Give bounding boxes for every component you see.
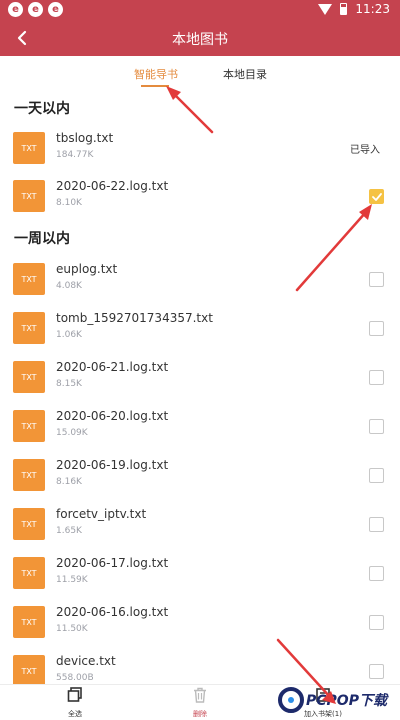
tab-active-indicator xyxy=(141,85,169,87)
notification-icon: e xyxy=(8,2,23,17)
tab-bar: 智能导书 本地目录 xyxy=(0,56,400,92)
status-bar: e e e 11:23 xyxy=(0,0,400,20)
file-checkbox[interactable] xyxy=(369,189,384,204)
list-item[interactable]: TXT 2020-06-21.log.txt 8.15K xyxy=(0,356,400,405)
file-size: 1.65K xyxy=(56,526,82,536)
list-item[interactable]: TXT euplog.txt 4.08K xyxy=(0,258,400,307)
select-all-icon xyxy=(67,687,82,702)
list-item[interactable]: TXT 2020-06-17.log.txt 11.59K xyxy=(0,552,400,601)
notification-icon: e xyxy=(28,2,43,17)
file-checkbox[interactable] xyxy=(369,615,384,630)
watermark-logo: PCPOP下载 xyxy=(278,686,400,720)
file-size: 4.08K xyxy=(56,281,82,291)
file-name: 2020-06-17.log.txt xyxy=(56,556,169,570)
file-size: 184.77K xyxy=(56,150,94,160)
select-all-button[interactable]: 全选 xyxy=(45,687,105,719)
tab-smart-import[interactable]: 智能导书 xyxy=(134,66,178,82)
file-size: 1.06K xyxy=(56,330,82,340)
tab-local-directory[interactable]: 本地目录 xyxy=(223,66,267,82)
file-name: euplog.txt xyxy=(56,262,118,276)
section-title: 一周以内 xyxy=(14,231,70,247)
trash-icon xyxy=(194,687,206,703)
battery-icon xyxy=(340,3,348,15)
select-all-label: 全选 xyxy=(68,710,82,718)
file-name: 2020-06-19.log.txt xyxy=(56,458,169,472)
list-item[interactable]: TXT forcetv_iptv.txt 1.65K xyxy=(0,503,400,552)
delete-label: 删除 xyxy=(193,710,207,718)
list-item[interactable]: TXT tomb_1592701734357.txt 1.06K xyxy=(0,307,400,356)
list-item[interactable]: TXT 2020-06-16.log.txt 11.50K xyxy=(0,601,400,650)
txt-file-icon: TXT xyxy=(13,459,45,491)
list-item[interactable]: TXT 2020-06-20.log.txt 15.09K xyxy=(0,405,400,454)
list-item[interactable]: TXT 2020-06-19.log.txt 8.16K xyxy=(0,454,400,503)
txt-file-icon: TXT xyxy=(13,655,45,684)
file-size: 8.10K xyxy=(56,198,82,208)
page-title: 本地图书 xyxy=(172,32,228,48)
wifi-icon xyxy=(318,3,333,15)
list-item[interactable]: TXT 2020-06-22.log.txt 8.10K xyxy=(0,175,400,224)
list-item[interactable]: TXT tbslog.txt 184.77K 已导入 xyxy=(0,127,400,176)
list-item[interactable]: TXT device.txt 558.00B xyxy=(0,650,400,684)
file-checkbox[interactable] xyxy=(369,370,384,385)
txt-file-icon: TXT xyxy=(13,508,45,540)
file-checkbox[interactable] xyxy=(369,321,384,336)
txt-file-icon: TXT xyxy=(13,263,45,295)
notification-icons: e e e xyxy=(8,2,63,17)
file-name: forcetv_iptv.txt xyxy=(56,507,147,521)
notification-icon: e xyxy=(48,2,63,17)
header-bar: 本地图书 xyxy=(0,20,400,56)
file-name: 2020-06-21.log.txt xyxy=(56,360,169,374)
txt-file-icon: TXT xyxy=(13,180,45,212)
check-icon xyxy=(372,193,382,201)
watermark-text: PCPOP下载 xyxy=(306,693,387,709)
txt-file-icon: TXT xyxy=(13,606,45,638)
section-title: 一天以内 xyxy=(14,101,70,117)
file-size: 8.16K xyxy=(56,477,82,487)
file-size: 558.00B xyxy=(56,673,94,683)
txt-file-icon: TXT xyxy=(13,132,45,164)
file-checkbox[interactable] xyxy=(369,664,384,679)
file-size: 15.09K xyxy=(56,428,88,438)
txt-file-icon: TXT xyxy=(13,312,45,344)
file-checkbox[interactable] xyxy=(369,468,384,483)
file-name: 2020-06-22.log.txt xyxy=(56,179,169,193)
delete-button[interactable]: 删除 xyxy=(170,687,230,719)
file-size: 11.59K xyxy=(56,575,88,585)
watermark-ring-icon xyxy=(278,687,304,713)
file-name: 2020-06-16.log.txt xyxy=(56,605,169,619)
status-time: 11:23 xyxy=(355,2,390,16)
file-name: tbslog.txt xyxy=(56,131,114,145)
file-checkbox[interactable] xyxy=(369,566,384,581)
txt-file-icon: TXT xyxy=(13,557,45,589)
file-name: device.txt xyxy=(56,654,116,668)
file-checkbox[interactable] xyxy=(369,517,384,532)
imported-label: 已导入 xyxy=(350,145,380,156)
file-size: 8.15K xyxy=(56,379,82,389)
file-size: 11.50K xyxy=(56,624,88,634)
arrow-line xyxy=(170,90,214,134)
txt-file-icon: TXT xyxy=(13,361,45,393)
file-checkbox[interactable] xyxy=(369,272,384,287)
file-checkbox[interactable] xyxy=(369,419,384,434)
txt-file-icon: TXT xyxy=(13,410,45,442)
file-name: tomb_1592701734357.txt xyxy=(56,311,213,325)
file-name: 2020-06-20.log.txt xyxy=(56,409,169,423)
